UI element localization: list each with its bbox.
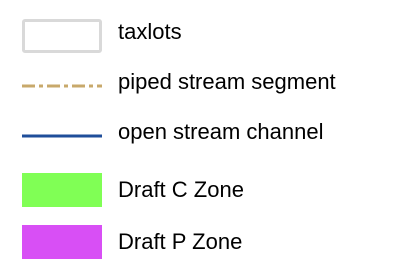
draft-p-zone-symbol	[22, 225, 102, 259]
open-stream-channel-symbol	[22, 134, 102, 138]
piped-stream-segment-symbol	[22, 84, 102, 88]
legend-label-piped-stream-segment: piped stream segment	[118, 69, 336, 94]
legend-item-draft-p-zone: Draft P Zone	[0, 220, 412, 264]
legend-label-taxlots: taxlots	[118, 19, 182, 44]
map-legend: taxlots piped stream segment open stream…	[0, 0, 412, 263]
draft-c-zone-symbol	[22, 173, 102, 207]
legend-item-piped-stream-segment: piped stream segment	[0, 60, 412, 104]
legend-label-open-stream-channel: open stream channel	[118, 119, 324, 144]
taxlots-symbol	[22, 19, 102, 53]
legend-item-draft-c-zone: Draft C Zone	[0, 168, 412, 212]
legend-item-open-stream-channel: open stream channel	[0, 110, 412, 154]
legend-label-draft-c-zone: Draft C Zone	[118, 177, 244, 202]
legend-item-taxlots: taxlots	[0, 10, 412, 54]
legend-label-draft-p-zone: Draft P Zone	[118, 229, 243, 254]
